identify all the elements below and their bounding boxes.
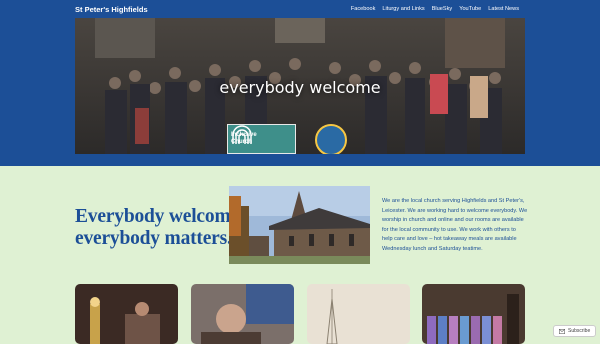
nav-item-bluesky[interactable]: BlueSky <box>432 6 453 12</box>
headline-line-1: Everybody welcome, <box>75 206 244 227</box>
intro-paragraph: We are the local church serving Highfiel… <box>382 198 528 252</box>
headline-line-2: everybody matters. <box>75 228 232 249</box>
post-card-3[interactable] <box>307 284 410 344</box>
post-card-2[interactable] <box>191 284 294 344</box>
card-image-1 <box>75 284 178 344</box>
church-building-image <box>229 186 370 264</box>
hero-title: everybody welcome <box>219 78 381 97</box>
nav-item-facebook[interactable]: Facebook <box>351 6 376 12</box>
card-image-2 <box>191 284 294 344</box>
card-image-3 <box>307 284 410 344</box>
hero-image: everybody welcome Inclusive Church <box>75 18 525 154</box>
post-card-1[interactable] <box>75 284 178 344</box>
nav-item-latest-news[interactable]: Latest News <box>488 6 519 12</box>
post-card-4[interactable] <box>422 284 525 344</box>
round-badge-icon <box>315 124 347 154</box>
subscribe-label: Subscribe <box>568 328 591 334</box>
page-headline: Everybody welcome, everybody matters. <box>75 206 244 250</box>
nav-item-youtube[interactable]: YouTube <box>459 6 481 12</box>
site-header: St Peter's Highfields Facebook Liturgy a… <box>0 0 600 166</box>
reader-icon <box>559 328 565 334</box>
site-title[interactable]: St Peter's Highfields <box>75 5 148 14</box>
inclusive-church-badge: Inclusive Church <box>227 124 296 154</box>
nav-item-liturgy[interactable]: Liturgy and Links <box>382 6 424 12</box>
church-photo <box>229 186 370 264</box>
main-nav: Facebook Liturgy and Links BlueSky YouTu… <box>351 6 519 12</box>
subscribe-button[interactable]: Subscribe <box>553 325 597 337</box>
card-image-4 <box>422 284 525 344</box>
inclusive-church-logo-icon <box>232 125 252 144</box>
